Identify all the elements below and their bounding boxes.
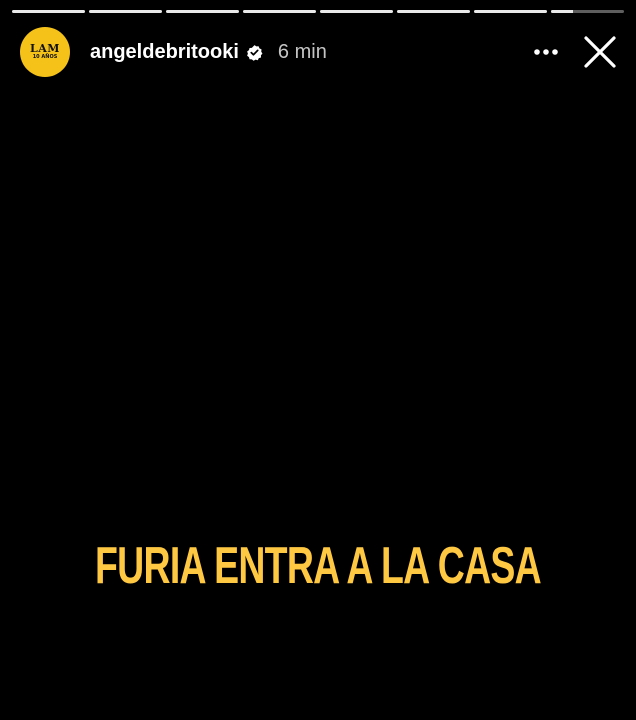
close-icon: [584, 36, 616, 68]
story-progress-segment: [166, 10, 239, 13]
avatar-title: LAM: [30, 42, 60, 55]
story-progress-fill: [243, 10, 316, 13]
story-viewer[interactable]: LAM 10 AÑOS angeldebritooki 6 min FURIA …: [0, 0, 636, 720]
story-progress-segment: [243, 10, 316, 13]
story-progress-fill: [474, 10, 547, 13]
story-progress-fill: [12, 10, 85, 13]
more-options-button[interactable]: [526, 32, 566, 72]
story-progress-segment: [474, 10, 547, 13]
avatar-subtitle: 10 AÑOS: [32, 54, 58, 60]
story-progress-fill: [89, 10, 162, 13]
story-header: LAM 10 AÑOS angeldebritooki 6 min: [20, 27, 620, 77]
story-progress-segment: [551, 10, 624, 13]
story-progress-fill: [166, 10, 239, 13]
story-caption: FURIA ENTRA A LA CASA: [95, 537, 542, 595]
story-progress-segment: [12, 10, 85, 13]
more-horizontal-icon: [534, 49, 558, 55]
story-progress-segment: [397, 10, 470, 13]
story-progress-fill: [397, 10, 470, 13]
story-progress-segment: [320, 10, 393, 13]
story-progress-fill: [320, 10, 393, 13]
avatar[interactable]: LAM 10 AÑOS: [20, 27, 70, 77]
close-button[interactable]: [580, 32, 620, 72]
story-progress-segment: [89, 10, 162, 13]
username[interactable]: angeldebritooki: [90, 41, 239, 64]
story-progress-fill: [551, 10, 573, 13]
timestamp: 6 min: [277, 40, 327, 63]
verified-badge-icon: [246, 44, 263, 61]
story-progress-bars: [12, 10, 624, 13]
